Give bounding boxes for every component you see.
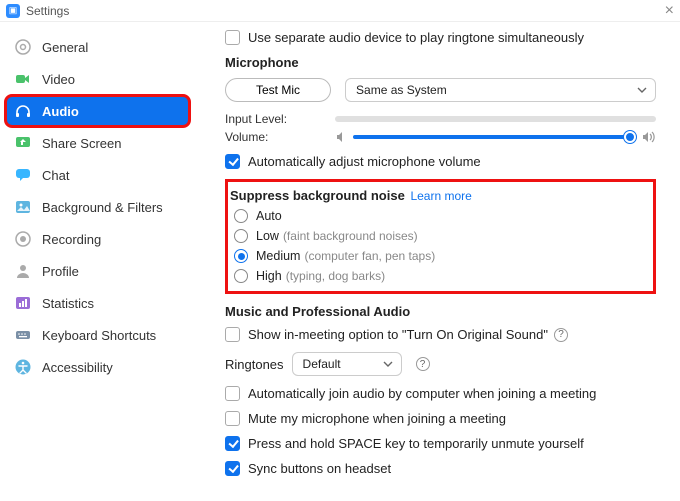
sidebar-item-profile[interactable]: Profile — [6, 256, 189, 286]
keyboard-icon — [14, 326, 32, 344]
headphones-icon — [14, 102, 32, 120]
sidebar-item-background[interactable]: Background & Filters — [6, 192, 189, 222]
settings-panel: Use separate audio device to play ringto… — [195, 22, 680, 501]
sidebar-item-label: Profile — [42, 264, 79, 279]
checkbox-space-unmute[interactable] — [225, 436, 240, 451]
volume-low-icon — [335, 131, 347, 143]
checkbox-separate-audio[interactable] — [225, 30, 240, 45]
volume-slider[interactable] — [353, 135, 636, 139]
sidebar-item-general[interactable]: General — [6, 32, 189, 62]
radio-indicator — [234, 209, 248, 223]
ringtone-value: Default — [303, 357, 341, 371]
chevron-down-icon — [383, 361, 393, 367]
recording-icon — [14, 230, 32, 248]
sidebar-item-label: Chat — [42, 168, 69, 183]
sidebar: General Video Audio Share Screen Chat Ba — [0, 22, 195, 501]
microphone-heading: Microphone — [225, 55, 656, 70]
sidebar-item-label: Keyboard Shortcuts — [42, 328, 156, 343]
radio-label: Medium — [256, 249, 300, 263]
checkbox-label: Press and hold SPACE key to temporarily … — [248, 436, 584, 451]
video-icon — [14, 70, 32, 88]
radio-indicator — [234, 269, 248, 283]
input-level-label: Input Level: — [225, 112, 335, 126]
statistics-icon — [14, 294, 32, 312]
volume-high-icon — [642, 131, 656, 143]
close-icon[interactable]: × — [665, 2, 674, 20]
accessibility-icon — [14, 358, 32, 376]
sidebar-item-share-screen[interactable]: Share Screen — [6, 128, 189, 158]
learn-more-link[interactable]: Learn more — [410, 189, 471, 203]
sidebar-item-keyboard[interactable]: Keyboard Shortcuts — [6, 320, 189, 350]
gear-icon — [14, 38, 32, 56]
radio-auto[interactable]: Auto — [234, 209, 645, 223]
sidebar-item-label: Video — [42, 72, 75, 87]
suppress-heading: Suppress background noise — [230, 188, 405, 203]
sidebar-item-audio[interactable]: Audio — [6, 96, 189, 126]
volume-knob[interactable] — [624, 131, 636, 143]
checkbox-label: Sync buttons on headset — [248, 461, 391, 476]
radio-low[interactable]: Low (faint background noises) — [234, 229, 645, 243]
radio-medium[interactable]: Medium (computer fan, pen taps) — [234, 249, 645, 263]
checkbox-label: Mute my microphone when joining a meetin… — [248, 411, 506, 426]
checkbox-original-sound[interactable] — [225, 327, 240, 342]
radio-hint: (faint background noises) — [283, 229, 418, 243]
volume-label: Volume: — [225, 130, 335, 144]
checkbox-label: Automatically adjust microphone volume — [248, 154, 481, 169]
window-title: Settings — [26, 4, 69, 18]
sidebar-item-accessibility[interactable]: Accessibility — [6, 352, 189, 382]
sidebar-item-statistics[interactable]: Statistics — [6, 288, 189, 318]
sidebar-item-label: Statistics — [42, 296, 94, 311]
sidebar-item-label: Accessibility — [42, 360, 113, 375]
radio-hint: (typing, dog barks) — [286, 269, 385, 283]
input-level-meter — [335, 116, 656, 122]
mic-device-value: Same as System — [356, 83, 447, 97]
help-icon[interactable]: ? — [554, 328, 568, 342]
sidebar-item-video[interactable]: Video — [6, 64, 189, 94]
radio-hint: (computer fan, pen taps) — [304, 249, 435, 263]
checkbox-label: Use separate audio device to play ringto… — [248, 30, 584, 45]
suppress-noise-section: Suppress background noise Learn more Aut… — [225, 179, 656, 294]
radio-indicator — [234, 229, 248, 243]
sidebar-item-chat[interactable]: Chat — [6, 160, 189, 190]
titlebar: ▣ Settings × — [0, 0, 680, 22]
chevron-down-icon — [637, 87, 647, 93]
checkbox-label: Show in-meeting option to "Turn On Origi… — [248, 327, 548, 342]
test-mic-button[interactable]: Test Mic — [225, 78, 331, 102]
ringtones-label: Ringtones — [225, 357, 284, 372]
checkbox-auto-adjust[interactable] — [225, 154, 240, 169]
sidebar-item-label: General — [42, 40, 88, 55]
help-icon[interactable]: ? — [416, 357, 430, 371]
profile-icon — [14, 262, 32, 280]
sidebar-item-label: Recording — [42, 232, 101, 247]
checkbox-mute-join[interactable] — [225, 411, 240, 426]
checkbox-sync-headset[interactable] — [225, 461, 240, 476]
share-screen-icon — [14, 134, 32, 152]
radio-indicator — [234, 249, 248, 263]
sidebar-item-label: Share Screen — [42, 136, 122, 151]
music-heading: Music and Professional Audio — [225, 304, 656, 319]
sidebar-item-label: Background & Filters — [42, 200, 163, 215]
radio-label: Auto — [256, 209, 282, 223]
ringtone-select[interactable]: Default — [292, 352, 402, 376]
background-icon — [14, 198, 32, 216]
sidebar-item-label: Audio — [42, 104, 79, 119]
radio-high[interactable]: High (typing, dog barks) — [234, 269, 645, 283]
mic-device-select[interactable]: Same as System — [345, 78, 656, 102]
sidebar-item-recording[interactable]: Recording — [6, 224, 189, 254]
chat-icon — [14, 166, 32, 184]
checkbox-auto-join[interactable] — [225, 386, 240, 401]
radio-label: High — [256, 269, 282, 283]
radio-label: Low — [256, 229, 279, 243]
checkbox-label: Automatically join audio by computer whe… — [248, 386, 596, 401]
app-icon: ▣ — [6, 4, 20, 18]
